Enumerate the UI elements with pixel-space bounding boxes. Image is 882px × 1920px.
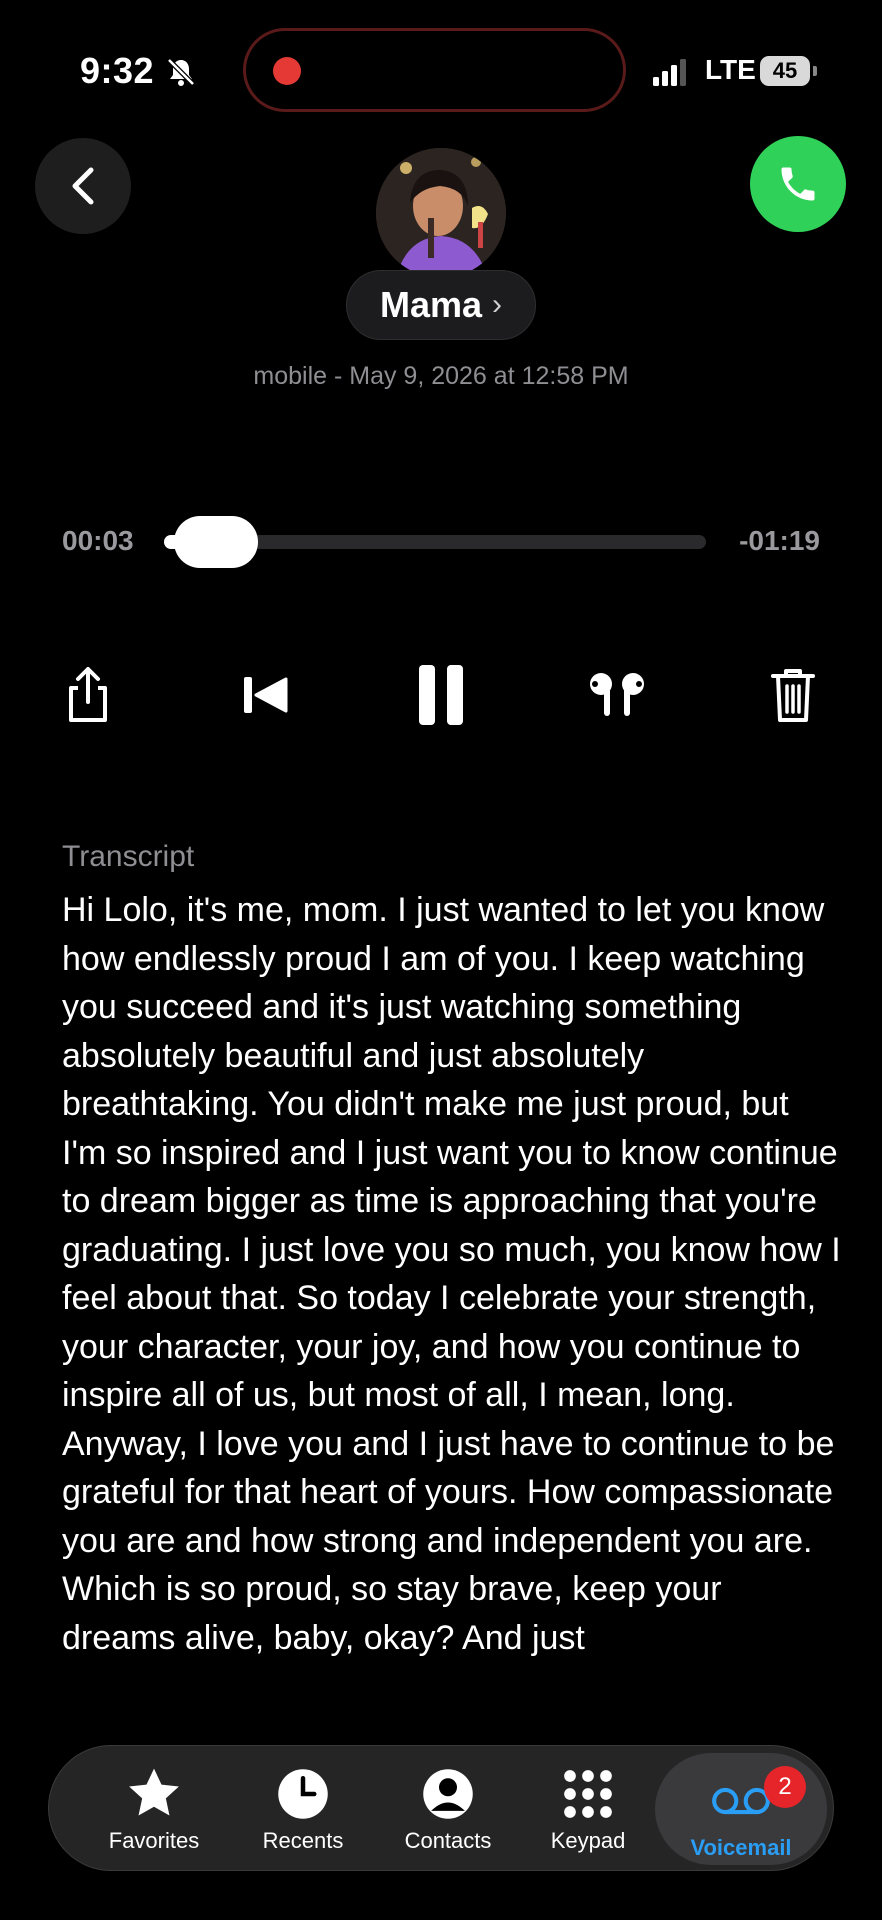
tab-label: Favorites <box>108 1828 200 1853</box>
transcript-label: Transcript <box>62 840 195 873</box>
tab-label: Keypad <box>550 1828 626 1853</box>
airpods-icon <box>590 673 644 716</box>
pause-button[interactable] <box>406 660 476 730</box>
voicemail-badge: 2 <box>764 1766 806 1808</box>
recording-dot-icon <box>273 57 301 85</box>
tab-label: Recents <box>262 1828 344 1853</box>
status-time: 9:32 <box>80 50 155 91</box>
avatar[interactable] <box>376 148 506 278</box>
keypad-icon <box>558 1764 618 1824</box>
contact-name: Mama <box>379 284 483 325</box>
bell-slash-icon <box>167 58 195 86</box>
delete-button[interactable] <box>758 660 828 730</box>
tab-label: Contacts <box>404 1828 492 1853</box>
voicemail-metadata: mobile - May 9, 2026 at 12:58 PM <box>253 362 629 390</box>
playback-scrubber[interactable] <box>164 516 706 568</box>
star-icon <box>124 1764 184 1824</box>
contact-name-button[interactable]: Mama › <box>346 270 536 340</box>
elapsed-time: 00:03 <box>62 525 134 556</box>
call-button[interactable] <box>750 136 846 232</box>
contact-photo <box>376 148 506 278</box>
tab-label: Voicemail <box>690 1835 792 1860</box>
trash-icon <box>771 669 815 722</box>
audio-output-button[interactable] <box>582 660 652 730</box>
remaining-time: -01:19 <box>739 525 820 556</box>
tab-favorites[interactable]: Favorites <box>79 1746 229 1872</box>
clock-icon <box>273 1764 333 1824</box>
battery-tip <box>813 66 817 76</box>
tab-keypad[interactable]: Keypad <box>513 1746 663 1872</box>
transcript-text: Hi Lolo, it's me, mom. I just wanted to … <box>62 891 841 1657</box>
chevron-right-icon: › <box>492 288 503 321</box>
skip-back-icon <box>244 677 288 713</box>
battery-indicator: 45 <box>760 56 810 86</box>
tab-recents[interactable]: Recents <box>228 1746 378 1872</box>
dynamic-island[interactable] <box>243 28 626 112</box>
share-button[interactable] <box>53 660 123 730</box>
scrubber-handle[interactable] <box>174 516 259 568</box>
skip-back-button[interactable] <box>230 660 300 730</box>
voicemail-icon <box>711 1771 771 1831</box>
tab-voicemail[interactable]: Voicemail <box>655 1753 827 1865</box>
signal-icon <box>653 59 686 86</box>
person-icon <box>418 1764 478 1824</box>
phone-icon <box>781 167 815 201</box>
chevron-left-icon <box>72 167 94 205</box>
tab-bar: Favorites Recents Contacts Keypad Voicem… <box>48 1745 834 1871</box>
pause-icon <box>419 665 463 725</box>
back-button[interactable] <box>35 138 131 234</box>
tab-contacts[interactable]: Contacts <box>373 1746 523 1872</box>
share-icon <box>69 667 107 722</box>
network-type: LTE <box>705 54 756 85</box>
